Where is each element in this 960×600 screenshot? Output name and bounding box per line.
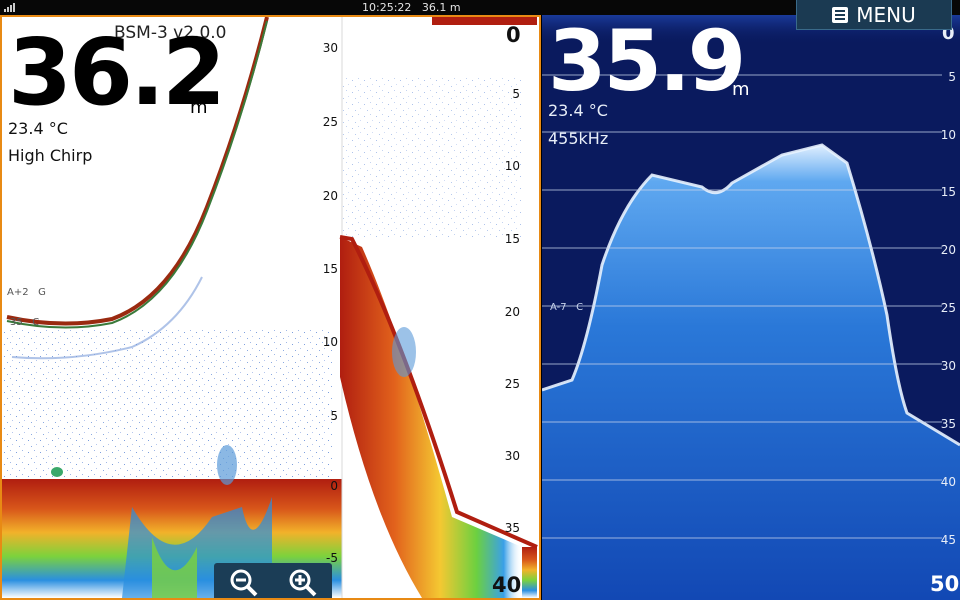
- depth-unit-left: m: [190, 97, 208, 118]
- color-letter-left: C: [32, 317, 40, 328]
- right-scale-label: 15: [504, 232, 520, 246]
- right-panel-scale-label: 15: [940, 185, 956, 199]
- gain-label-left: A+2: [7, 287, 29, 298]
- zoom-out-button[interactable]: [227, 566, 261, 599]
- mid-scale-label: 20: [322, 189, 338, 203]
- downscan-panel[interactable]: 35.9 m 23.4 °C 455kHz A-7 C 0 5 10 15 20…: [542, 15, 960, 600]
- right-panel-scale-label: 35: [940, 417, 956, 431]
- right-scale-label: 10: [504, 159, 520, 173]
- mid-scale-label: 30: [322, 41, 338, 55]
- range-end-left: 40: [492, 573, 522, 597]
- mid-scale-label: 15: [322, 262, 338, 276]
- zoom-in-icon: [289, 569, 316, 596]
- frequency-label: 455kHz: [548, 129, 609, 148]
- gain-letter-right: C: [576, 302, 584, 313]
- menu-label: MENU: [856, 2, 916, 27]
- signal-icon: [4, 3, 15, 12]
- right-panel-scale-label: 45: [940, 533, 956, 547]
- right-scale-label: 5: [512, 87, 520, 101]
- right-scale-zero: 0: [506, 23, 521, 47]
- mid-scale-label: 0: [330, 479, 338, 493]
- right-scale-label: 35: [504, 521, 520, 535]
- temperature-right: 23.4 °C: [548, 101, 608, 120]
- right-panel-scale-label: 40: [940, 475, 956, 489]
- gain-label-right: A-7: [550, 302, 567, 313]
- right-scale-label: 20: [504, 305, 520, 319]
- status-depth: 36.1 m: [421, 1, 461, 14]
- right-panel-scale-label: 5: [948, 70, 956, 84]
- gain-indicator-right[interactable]: A-7 C: [550, 302, 583, 313]
- chirp-sonar-panel[interactable]: BSM-3 v2.0.0 36.2 m 23.4 °C High Chirp A…: [0, 15, 541, 600]
- mid-scale-label: 5: [330, 409, 338, 423]
- menu-button[interactable]: MENU: [796, 0, 952, 30]
- color-indicator-left[interactable]: 35 C: [10, 317, 39, 328]
- right-panel-scale-label: 10: [940, 128, 956, 142]
- right-scale-label: 30: [504, 449, 520, 463]
- zoom-in-button[interactable]: [286, 566, 320, 599]
- right-panel-scale-label: 30: [940, 359, 956, 373]
- clock-readout: 10:25:22 36.1 m: [362, 0, 461, 15]
- zoom-controls: [214, 563, 332, 599]
- right-scale-label: 25: [504, 377, 520, 391]
- clock-time: 10:25:22: [362, 1, 412, 14]
- depth-unit-right: m: [732, 79, 750, 100]
- mode-label: High Chirp: [8, 146, 93, 165]
- menu-list-icon: [832, 6, 849, 23]
- right-panel-scale-label: 25: [940, 301, 956, 315]
- mid-scale-label: 25: [322, 115, 338, 129]
- right-panel-scale-label: 20: [940, 243, 956, 257]
- zoom-out-icon: [230, 569, 257, 596]
- depth-readout-right: 35.9: [548, 15, 746, 110]
- color-label-left: 35: [10, 317, 23, 328]
- mid-scale-label: 10: [322, 335, 338, 349]
- temperature-left: 23.4 °C: [8, 119, 68, 138]
- gain-indicator-left[interactable]: A+2 G: [7, 287, 46, 298]
- range-end-right: 50: [930, 572, 960, 596]
- gain-letter-left: G: [38, 287, 46, 298]
